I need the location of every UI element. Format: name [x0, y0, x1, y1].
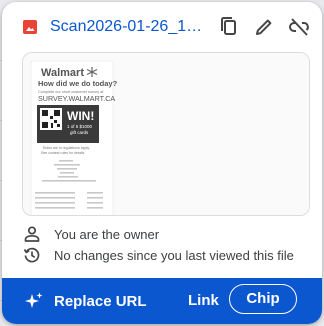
receipt-scan-image: Walmart How did we do today? Complete ou…	[23, 53, 309, 215]
promo-win: WIN!	[67, 109, 94, 123]
owner-row: You are the owner	[22, 224, 306, 244]
changes-row: No changes since you last viewed this fi…	[22, 245, 306, 265]
remove-link-button[interactable]	[287, 15, 311, 39]
replace-url-label: Replace URL	[54, 292, 147, 310]
image-file-icon	[23, 20, 37, 34]
file-title-link[interactable]: Scan2026-01-26_133...	[50, 16, 206, 38]
pencil-icon	[256, 19, 272, 35]
unlink-icon	[289, 18, 309, 36]
file-preview-card: Scan2026-01-26_133... Walmart How did we…	[2, 2, 322, 324]
replace-url-button[interactable]: Replace URL	[24, 289, 147, 313]
receipt-rules-1: Rules are in regulations apply.	[43, 146, 90, 150]
promo-prize-2: gift cards	[70, 130, 89, 135]
card-header: Scan2026-01-26_133...	[2, 2, 322, 52]
receipt-question: How did we do today?	[38, 79, 118, 88]
copy-button[interactable]	[217, 15, 241, 39]
owner-text: You are the owner	[54, 226, 160, 242]
changes-text: No changes since you last viewed this fi…	[54, 247, 294, 263]
history-icon	[23, 247, 40, 263]
receipt-store-name: Walmart	[41, 67, 84, 79]
promo-prize-1: 1 of 5 $1000	[67, 124, 93, 129]
link-option-button[interactable]: Link	[188, 289, 219, 313]
receipt-survey-url: SURVEY.WALMART.CA	[38, 94, 115, 103]
edit-button[interactable]	[252, 15, 276, 39]
file-preview-thumbnail[interactable]: Walmart How did we do today? Complete ou…	[22, 52, 310, 216]
copy-icon	[221, 17, 236, 35]
receipt-rules-2: See contest rules for details.	[41, 151, 85, 155]
sparkle-icon	[25, 292, 43, 308]
chip-option-button[interactable]: Chip	[229, 284, 297, 314]
qr-code	[40, 108, 62, 130]
person-icon	[24, 226, 40, 242]
replace-url-bar: Replace URL Link Chip	[2, 278, 322, 324]
